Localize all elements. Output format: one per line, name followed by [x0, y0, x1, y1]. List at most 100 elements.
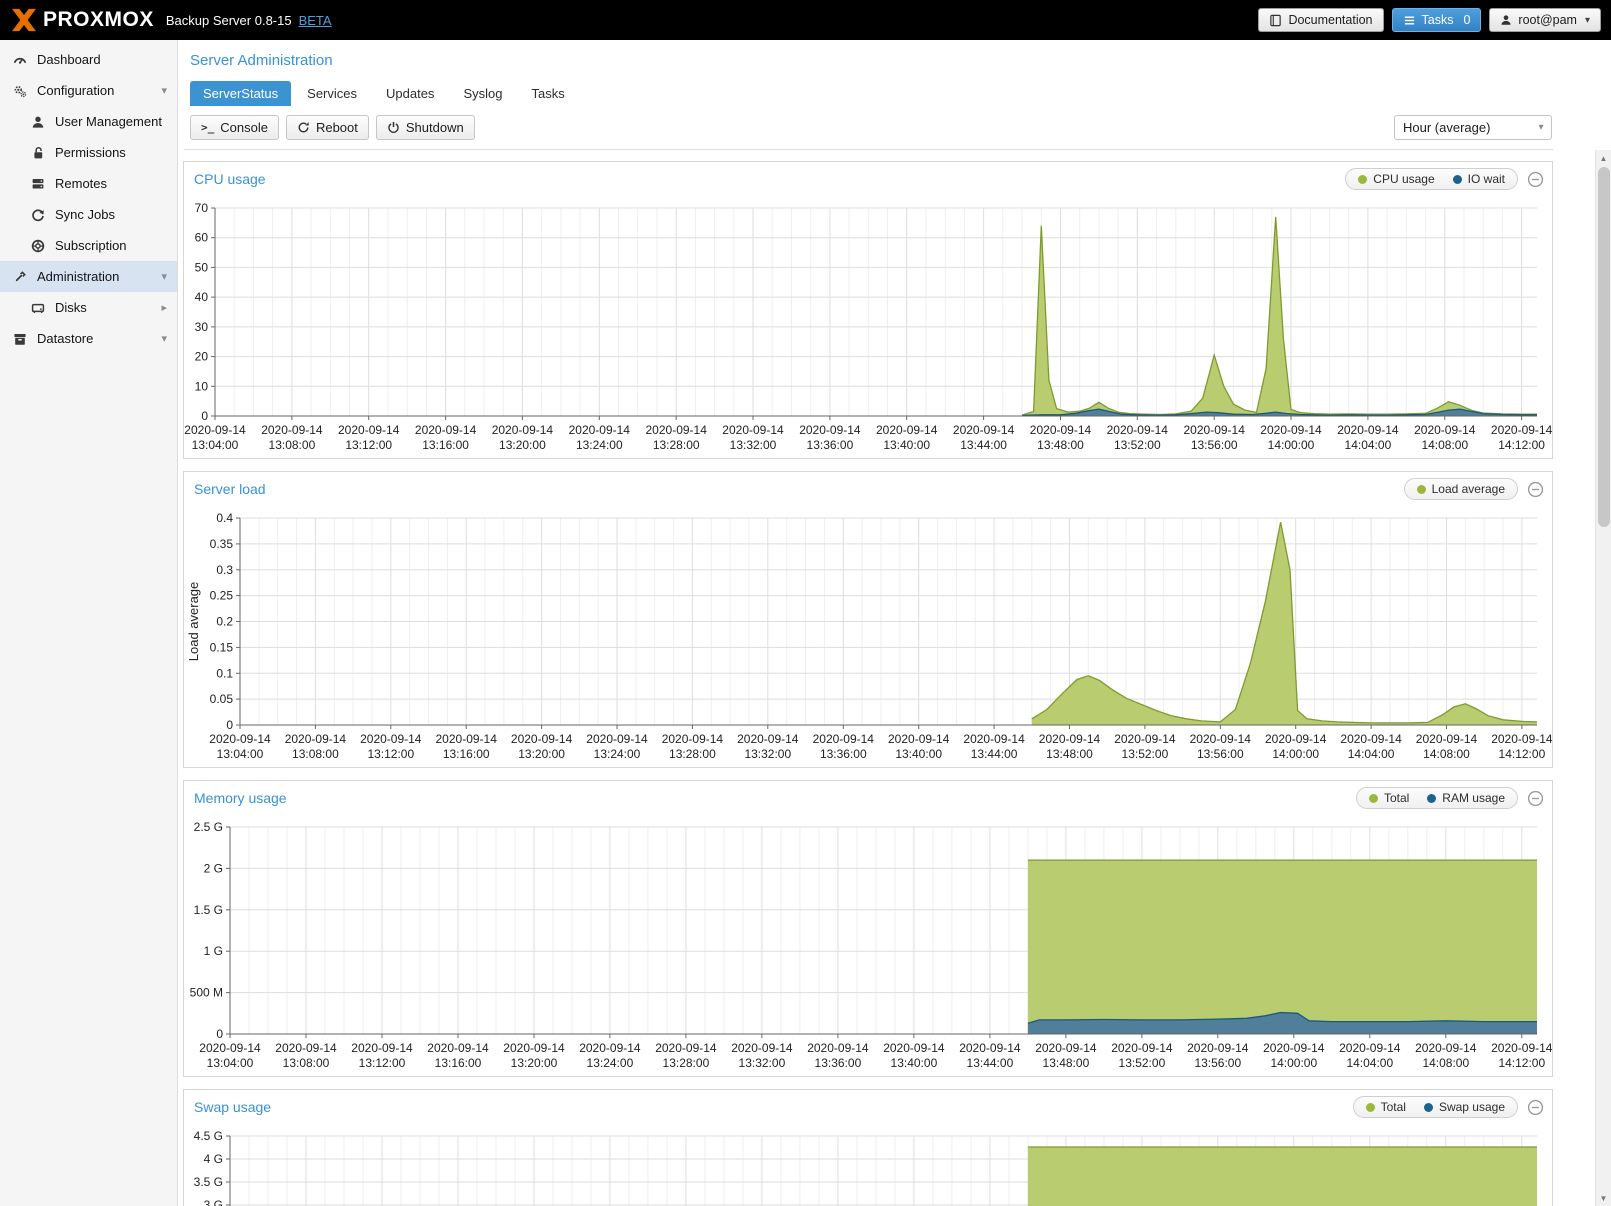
legend-item-cpu-usage[interactable]: CPU usage	[1358, 172, 1434, 186]
chart-legend: Load average	[1404, 478, 1518, 500]
svg-text:2020-09-14: 2020-09-14	[1491, 732, 1552, 746]
svg-text:2020-09-14: 2020-09-14	[1184, 423, 1246, 437]
timeframe-select[interactable]: Hour (average) ▾	[1394, 115, 1552, 140]
legend-item-io-wait[interactable]: IO wait	[1453, 172, 1505, 186]
svg-text:14:08:00: 14:08:00	[1421, 438, 1468, 452]
reboot-icon	[297, 121, 310, 134]
tab-syslog[interactable]: Syslog	[450, 81, 515, 106]
sidebar-item-label: Sync Jobs	[55, 207, 115, 222]
legend-label: Total	[1384, 791, 1409, 805]
svg-text:2020-09-14: 2020-09-14	[511, 732, 573, 746]
sidebar-item-user-management[interactable]: User Management	[0, 106, 177, 137]
panel-header: CPU usageCPU usageIO wait	[184, 162, 1552, 196]
svg-text:2020-09-14: 2020-09-14	[722, 423, 784, 437]
brand-text: PROXMOX	[43, 8, 154, 32]
sidebar-item-administration[interactable]: Administration▾	[0, 261, 177, 292]
swap-usage-chart: 0500 M1 G1.5 G2 G2.5 G3 G3.5 G4 G4.5 G20…	[184, 1124, 1552, 1206]
svg-text:2020-09-14: 2020-09-14	[1340, 732, 1402, 746]
svg-text:13:28:00: 13:28:00	[663, 1056, 710, 1070]
beta-link[interactable]: BETA	[299, 13, 332, 28]
legend-item-total[interactable]: Total	[1369, 791, 1409, 805]
svg-text:2020-09-14: 2020-09-14	[1265, 732, 1327, 746]
tasks-count: 0	[1463, 13, 1470, 27]
svg-text:2020-09-14: 2020-09-14	[953, 423, 1015, 437]
svg-text:2020-09-14: 2020-09-14	[1187, 1041, 1249, 1055]
legend-item-total[interactable]: Total	[1366, 1100, 1406, 1114]
scroll-down-icon[interactable]: ▼	[1596, 1190, 1611, 1206]
chevron-right-icon[interactable]: ▸	[161, 301, 167, 314]
console-button[interactable]: >_ Console	[190, 115, 279, 140]
legend-label: Swap usage	[1439, 1100, 1505, 1114]
collapse-icon[interactable]	[1527, 1099, 1544, 1116]
collapse-icon[interactable]	[1527, 481, 1544, 498]
svg-text:0.25: 0.25	[210, 589, 234, 603]
sidebar-item-configuration[interactable]: Configuration▾	[0, 75, 177, 106]
svg-text:13:36:00: 13:36:00	[807, 438, 854, 452]
sidebar-item-remotes[interactable]: Remotes	[0, 168, 177, 199]
svg-text:13:32:00: 13:32:00	[730, 438, 777, 452]
svg-text:14:04:00: 14:04:00	[1346, 1056, 1393, 1070]
tab-tasks[interactable]: Tasks	[518, 81, 577, 106]
shutdown-button[interactable]: Shutdown	[376, 115, 475, 140]
cpu-usage-chart: 0102030405060702020-09-1413:04:002020-09…	[184, 196, 1552, 458]
svg-text:70: 70	[195, 201, 209, 215]
svg-text:60: 60	[195, 231, 209, 245]
collapse-icon[interactable]	[1527, 790, 1544, 807]
svg-text:2.5 G: 2.5 G	[194, 820, 223, 834]
tab-updates[interactable]: Updates	[373, 81, 447, 106]
svg-text:13:12:00: 13:12:00	[359, 1056, 406, 1070]
reboot-button[interactable]: Reboot	[286, 115, 369, 140]
svg-text:2020-09-14: 2020-09-14	[415, 423, 477, 437]
panel-header: Server loadLoad average	[184, 472, 1552, 506]
panel-title: Memory usage	[194, 790, 287, 806]
svg-text:1 G: 1 G	[204, 944, 223, 958]
memory-usage-chart: 0500 M1 G1.5 G2 G2.5 G2020-09-1413:04:00…	[184, 815, 1552, 1076]
terminal-icon: >_	[201, 121, 214, 134]
chevron-down-icon[interactable]: ▾	[161, 332, 167, 345]
scrollbar-thumb[interactable]	[1598, 167, 1610, 527]
svg-text:2020-09-14: 2020-09-14	[876, 423, 938, 437]
scroll-up-icon[interactable]: ▲	[1596, 150, 1611, 166]
svg-text:14:12:00: 14:12:00	[1498, 1056, 1545, 1070]
tasks-button[interactable]: Tasks 0	[1392, 8, 1482, 32]
chevron-down-icon[interactable]: ▾	[161, 84, 167, 97]
svg-text:13:48:00: 13:48:00	[1046, 747, 1093, 761]
vertical-scrollbar[interactable]: ▲ ▼	[1595, 150, 1611, 1206]
svg-text:2020-09-14: 2020-09-14	[569, 423, 631, 437]
svg-text:0.35: 0.35	[210, 537, 234, 551]
svg-text:13:44:00: 13:44:00	[971, 747, 1018, 761]
svg-text:13:16:00: 13:16:00	[422, 438, 469, 452]
sync-icon	[30, 208, 46, 222]
wrench-icon	[12, 270, 28, 284]
documentation-button[interactable]: Documentation	[1258, 8, 1383, 32]
chevron-down-icon[interactable]: ▾	[161, 270, 167, 283]
sidebar-item-dashboard[interactable]: Dashboard	[0, 44, 177, 75]
svg-text:13:36:00: 13:36:00	[815, 1056, 862, 1070]
tab-services[interactable]: Services	[294, 81, 370, 106]
sidebar-item-permissions[interactable]: Permissions	[0, 137, 177, 168]
servers-icon	[30, 177, 46, 191]
sidebar-item-sync-jobs[interactable]: Sync Jobs	[0, 199, 177, 230]
legend-item-ram-usage[interactable]: RAM usage	[1427, 791, 1505, 805]
svg-text:2020-09-14: 2020-09-14	[737, 732, 799, 746]
chart-panel-swap-usage: Swap usageTotalSwap usage0500 M1 G1.5 G2…	[183, 1089, 1553, 1206]
tab-serverstatus[interactable]: ServerStatus	[190, 81, 291, 106]
book-icon	[1269, 14, 1282, 27]
svg-text:2020-09-14: 2020-09-14	[1337, 423, 1399, 437]
sidebar-item-datastore[interactable]: Datastore▾	[0, 323, 177, 354]
svg-text:1.5 G: 1.5 G	[194, 903, 223, 917]
collapse-icon[interactable]	[1527, 171, 1544, 188]
svg-text:13:32:00: 13:32:00	[739, 1056, 786, 1070]
svg-text:2020-09-14: 2020-09-14	[807, 1041, 869, 1055]
user-menu-button[interactable]: root@pam ▾	[1489, 8, 1601, 32]
sidebar-item-disks[interactable]: Disks▸	[0, 292, 177, 323]
legend-item-swap-usage[interactable]: Swap usage	[1424, 1100, 1505, 1114]
svg-text:2020-09-14: 2020-09-14	[427, 1041, 489, 1055]
svg-text:13:52:00: 13:52:00	[1119, 1056, 1166, 1070]
legend-item-load-average[interactable]: Load average	[1417, 482, 1505, 496]
sidebar-item-subscription[interactable]: Subscription	[0, 230, 177, 261]
svg-text:13:20:00: 13:20:00	[511, 1056, 558, 1070]
page-title: Server Administration	[190, 52, 1611, 69]
svg-text:2020-09-14: 2020-09-14	[662, 732, 724, 746]
svg-text:13:40:00: 13:40:00	[895, 747, 942, 761]
